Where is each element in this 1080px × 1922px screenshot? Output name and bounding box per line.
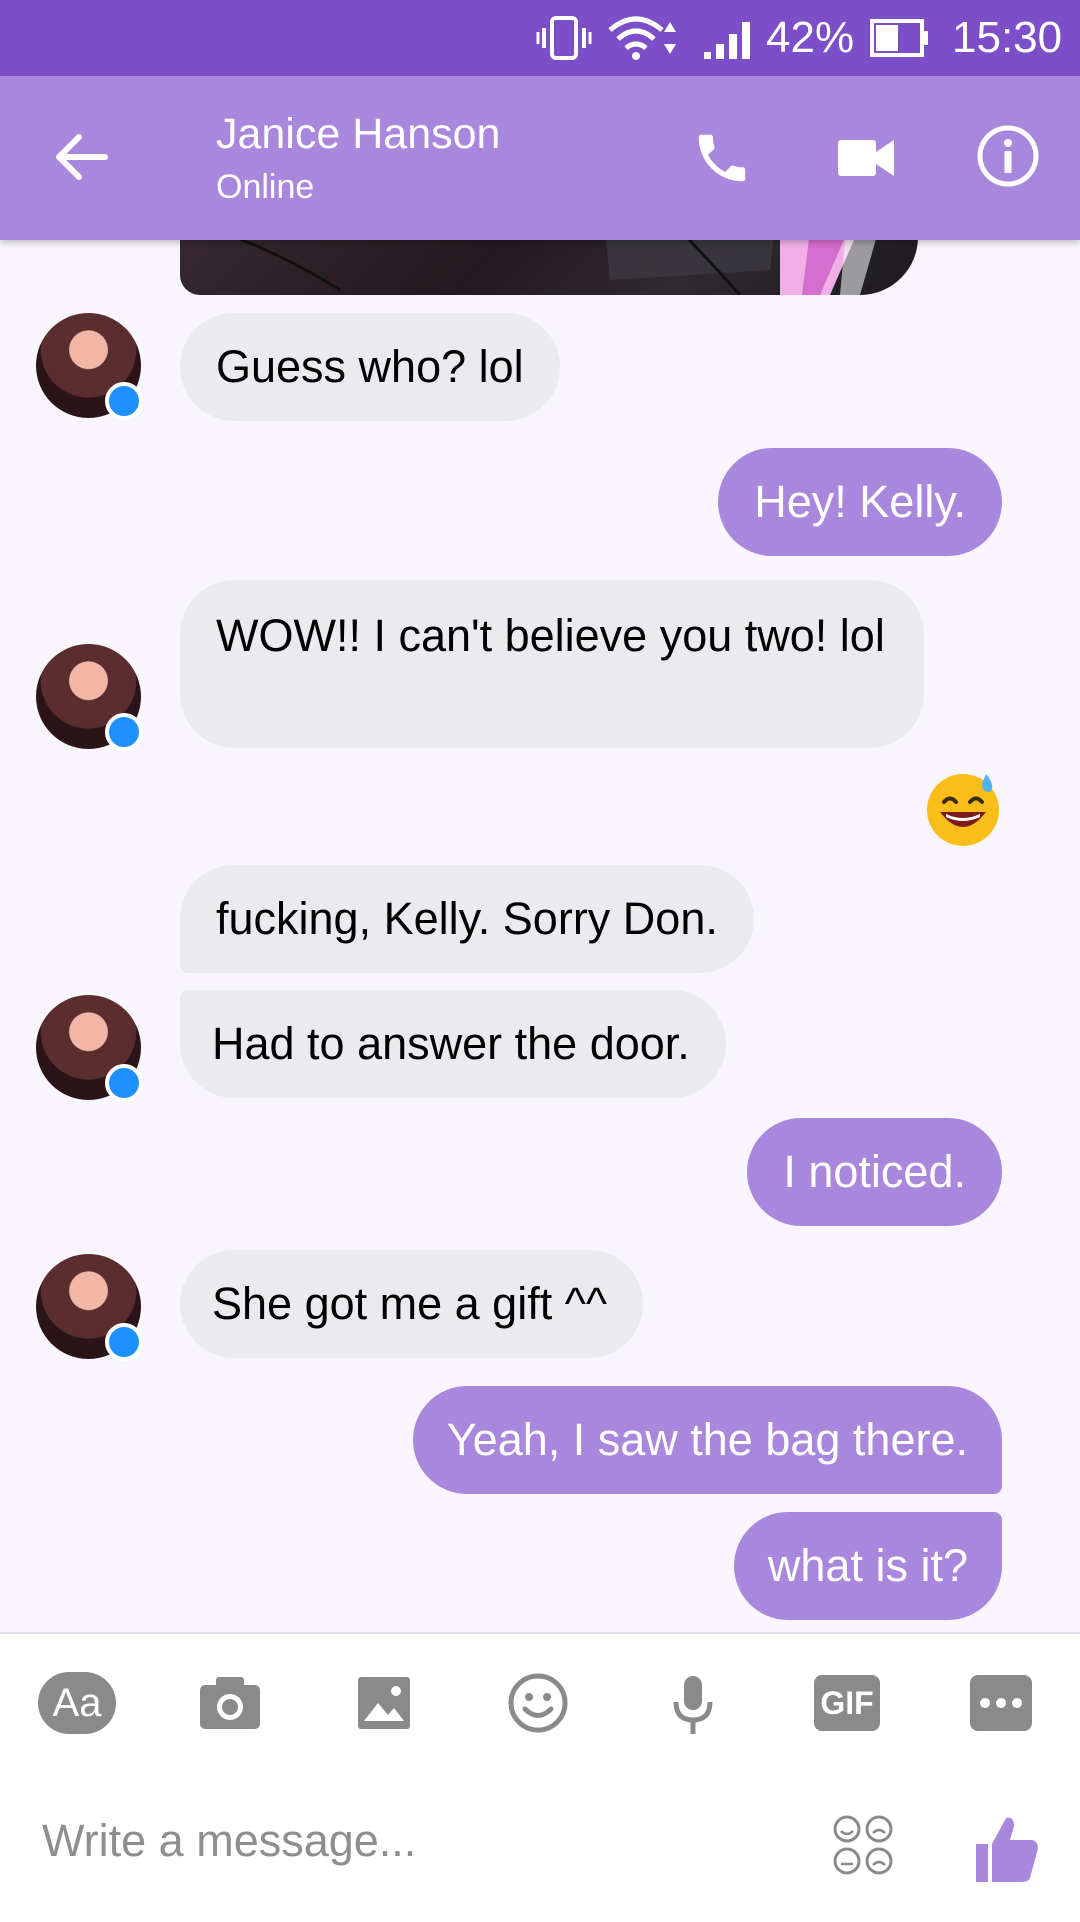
- microphone-icon[interactable]: [668, 1672, 718, 1738]
- messenger-badge-icon: [105, 1064, 143, 1102]
- incoming-message[interactable]: Guess who? lol: [180, 313, 560, 421]
- message-list[interactable]: Guess who? lol Hey! Kelly. WOW!! I can't…: [0, 240, 1080, 1632]
- outgoing-message[interactable]: Hey! Kelly.: [718, 448, 1002, 556]
- messenger-badge-icon: [105, 713, 143, 751]
- message-input[interactable]: [40, 1800, 764, 1882]
- gif-button[interactable]: GIF: [814, 1675, 880, 1731]
- contact-avatar[interactable]: [36, 313, 143, 420]
- phone-icon[interactable]: [684, 120, 760, 196]
- contact-avatar[interactable]: [36, 995, 143, 1102]
- text-format-button[interactable]: Aa: [38, 1672, 116, 1734]
- incoming-message[interactable]: Had to answer the door.: [180, 990, 726, 1098]
- battery-percent: 42%: [766, 13, 855, 62]
- contact-status: Online: [216, 168, 315, 206]
- image-message[interactable]: [180, 240, 918, 295]
- stickers-icon[interactable]: [832, 1814, 894, 1876]
- outgoing-message[interactable]: I noticed.: [747, 1118, 1002, 1226]
- outgoing-message[interactable]: Yeah, I saw the bag there.: [412, 1386, 1002, 1494]
- emoji-icon[interactable]: [506, 1672, 570, 1734]
- gallery-icon[interactable]: [354, 1672, 414, 1734]
- thumbs-up-icon[interactable]: [974, 1814, 1040, 1884]
- more-options-icon[interactable]: [970, 1675, 1032, 1731]
- incoming-message[interactable]: fucking, Kelly. Sorry Don.: [180, 865, 754, 973]
- wifi-icon: [606, 0, 684, 76]
- status-bar: 42% 15:30: [0, 0, 1080, 76]
- video-call-icon[interactable]: [826, 120, 906, 196]
- info-icon[interactable]: [968, 116, 1048, 196]
- signal-icon: [702, 0, 760, 76]
- incoming-message[interactable]: WOW!! I can't believe you two! lol: [180, 580, 924, 748]
- vibrate-icon: [536, 0, 592, 76]
- messenger-badge-icon: [105, 1323, 143, 1361]
- back-arrow-icon[interactable]: [46, 122, 116, 192]
- contact-avatar[interactable]: [36, 1254, 143, 1361]
- clock: 15:30: [952, 13, 1063, 62]
- incoming-message[interactable]: She got me a gift ^^: [180, 1250, 643, 1358]
- outgoing-message[interactable]: what is it?: [733, 1512, 1002, 1620]
- camera-icon[interactable]: [198, 1672, 262, 1734]
- battery-icon: [870, 0, 930, 76]
- grinning-sweat-emoji-icon[interactable]: [924, 770, 1002, 848]
- messenger-badge-icon: [105, 382, 143, 420]
- contact-name[interactable]: Janice Hanson: [216, 110, 500, 159]
- conversation-header: [0, 76, 1080, 240]
- contact-avatar[interactable]: [36, 644, 143, 751]
